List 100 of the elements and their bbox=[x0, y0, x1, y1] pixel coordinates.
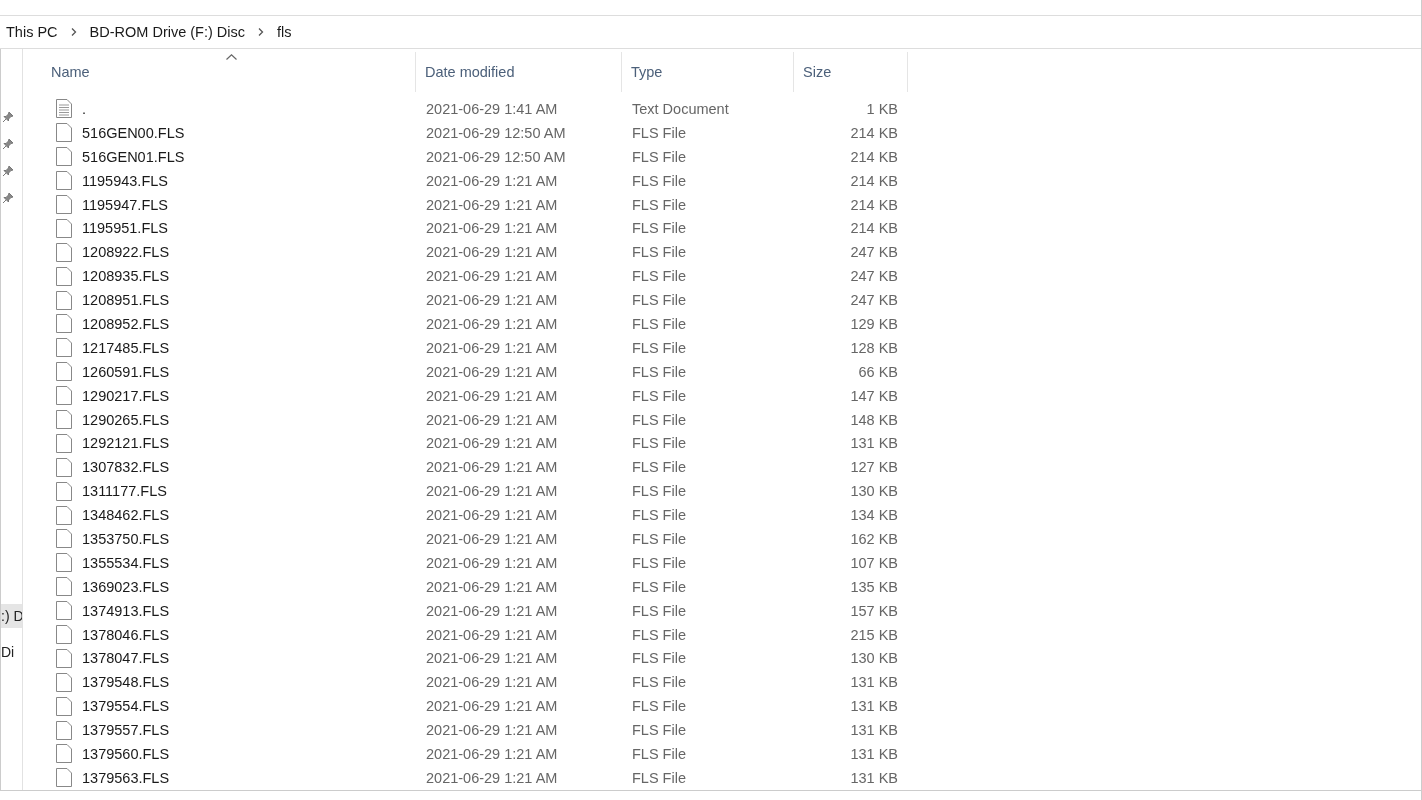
date-modified: 2021-06-29 1:21 AM bbox=[426, 578, 558, 595]
file-name[interactable]: 1208951.FLS bbox=[82, 292, 170, 309]
file-name[interactable]: 1208935.FLS bbox=[82, 268, 170, 285]
file-name[interactable]: 1378046.FLS bbox=[82, 626, 170, 643]
file-name[interactable]: 1292121.FLS bbox=[82, 435, 170, 452]
date-modified: 2021-06-29 1:21 AM bbox=[426, 220, 558, 237]
file-name[interactable]: . bbox=[82, 100, 87, 117]
date-modified: 2021-06-29 1:21 AM bbox=[426, 530, 558, 547]
date-modified: 2021-06-29 1:21 AM bbox=[426, 363, 558, 380]
date-modified: 2021-06-29 1:21 AM bbox=[426, 602, 558, 619]
file-size: 66 KB bbox=[858, 363, 898, 380]
date-modified: 2021-06-29 1:21 AM bbox=[426, 315, 558, 332]
file-size: 247 KB bbox=[850, 292, 898, 309]
breadcrumb-item[interactable]: This PC bbox=[6, 24, 58, 40]
file-name[interactable]: 1195947.FLS bbox=[82, 196, 168, 213]
date-modified: 2021-06-29 1:41 AM bbox=[426, 100, 558, 117]
chevron-icon bbox=[70, 28, 77, 36]
address-bar[interactable]: This PC BD-ROM Drive (F:) Disc fls bbox=[0, 16, 1421, 49]
file-size: 247 KB bbox=[850, 268, 898, 285]
file-name[interactable]: 1195943.FLS bbox=[82, 172, 168, 189]
file-icon bbox=[56, 696, 72, 716]
file-size: 162 KB bbox=[850, 530, 898, 547]
file-icon bbox=[56, 242, 72, 262]
file-icon bbox=[56, 433, 72, 453]
file-name[interactable]: 1355534.FLS bbox=[82, 554, 170, 571]
column-header[interactable]: Date modified bbox=[416, 52, 622, 92]
column-header[interactable]: Size bbox=[794, 52, 908, 92]
file-type: FLS File bbox=[632, 650, 686, 667]
file-icon bbox=[56, 171, 72, 191]
file-name[interactable]: 1195951.FLS bbox=[82, 220, 168, 237]
file-icon bbox=[56, 218, 72, 238]
file-size: 131 KB bbox=[850, 674, 898, 691]
pin-icon bbox=[2, 111, 14, 123]
file-name[interactable]: 1208922.FLS bbox=[82, 244, 170, 261]
pin-icon bbox=[2, 192, 14, 204]
file-name[interactable]: 1290217.FLS bbox=[82, 387, 170, 404]
file-size: 129 KB bbox=[850, 315, 898, 332]
file-icon bbox=[56, 601, 72, 621]
sort-caret-icon bbox=[225, 54, 237, 60]
file-name[interactable]: 516GEN00.FLS bbox=[82, 124, 185, 141]
file-name[interactable]: 1307832.FLS bbox=[82, 459, 170, 476]
file-icon bbox=[56, 290, 72, 310]
file-type: FLS File bbox=[632, 459, 686, 476]
file-size: 130 KB bbox=[850, 650, 898, 667]
file-icon bbox=[56, 720, 72, 740]
file-name[interactable]: 1379563.FLS bbox=[82, 769, 170, 786]
date-modified: 2021-06-29 1:21 AM bbox=[426, 769, 558, 786]
date-modified: 2021-06-29 1:21 AM bbox=[426, 459, 558, 476]
date-modified: 2021-06-29 12:50 AM bbox=[426, 124, 566, 141]
date-modified: 2021-06-29 1:21 AM bbox=[426, 746, 558, 762]
file-name[interactable]: 1374913.FLS bbox=[82, 602, 170, 619]
file-icon bbox=[56, 553, 72, 573]
file-name[interactable]: 1379557.FLS bbox=[82, 722, 170, 739]
date-modified: 2021-06-29 1:21 AM bbox=[426, 292, 558, 309]
breadcrumb-item[interactable]: fls bbox=[277, 24, 292, 40]
file-name[interactable]: 1369023.FLS bbox=[82, 578, 170, 595]
file-type: FLS File bbox=[632, 578, 686, 595]
column-header[interactable]: Type bbox=[622, 52, 794, 92]
file-type: FLS File bbox=[632, 554, 686, 571]
date-modified: 2021-06-29 1:21 AM bbox=[426, 339, 558, 356]
file-size: 147 KB bbox=[850, 387, 898, 404]
file-type: FLS File bbox=[632, 698, 686, 715]
breadcrumb-item[interactable]: BD-ROM Drive (F:) Disc bbox=[89, 24, 246, 40]
file-type: FLS File bbox=[632, 315, 686, 332]
nav-item[interactable]: Di bbox=[1, 640, 22, 664]
file-icon bbox=[56, 529, 72, 549]
file-type: FLS File bbox=[632, 124, 686, 141]
date-modified: 2021-06-29 12:50 AM bbox=[426, 148, 566, 165]
file-icon bbox=[56, 672, 72, 692]
file-type: FLS File bbox=[632, 602, 686, 619]
date-modified: 2021-06-29 1:21 AM bbox=[426, 698, 558, 715]
file-name[interactable]: 1379548.FLS bbox=[82, 674, 170, 691]
file-size: 214 KB bbox=[850, 196, 898, 213]
column-header[interactable]: Name bbox=[51, 52, 416, 92]
date-modified: 2021-06-29 1:21 AM bbox=[426, 674, 558, 691]
file-type: FLS File bbox=[632, 483, 686, 500]
file-name[interactable]: 1348462.FLS bbox=[82, 507, 170, 524]
file-icon bbox=[56, 481, 72, 501]
file-name[interactable]: 1379554.FLS bbox=[82, 698, 170, 715]
file-size: 127 KB bbox=[850, 459, 898, 476]
date-modified: 2021-06-29 1:21 AM bbox=[426, 483, 558, 500]
file-type: FLS File bbox=[632, 148, 686, 165]
file-icon bbox=[56, 266, 72, 286]
nav-item[interactable]: :) D bbox=[1, 604, 22, 628]
file-name[interactable]: 1290265.FLS bbox=[82, 411, 170, 428]
file-size: 135 KB bbox=[850, 578, 898, 595]
file-name[interactable]: 1311177.FLS bbox=[82, 483, 167, 500]
file-name[interactable]: 1208952.FLS bbox=[82, 315, 170, 332]
file-icon bbox=[56, 410, 72, 429]
file-name[interactable]: 1353750.FLS bbox=[82, 530, 170, 547]
file-name[interactable]: 1260591.FLS bbox=[82, 363, 170, 380]
file-icon bbox=[56, 123, 72, 143]
file-name[interactable]: 1217485.FLS bbox=[82, 339, 170, 356]
text-document-icon bbox=[56, 99, 72, 119]
date-modified: 2021-06-29 1:21 AM bbox=[426, 411, 558, 428]
file-name[interactable]: 1378047.FLS bbox=[82, 650, 170, 667]
file-name[interactable]: 516GEN01.FLS bbox=[82, 148, 185, 165]
file-type: FLS File bbox=[632, 292, 686, 309]
file-name[interactable]: 1379560.FLS bbox=[82, 746, 170, 762]
file-icon bbox=[56, 505, 72, 525]
